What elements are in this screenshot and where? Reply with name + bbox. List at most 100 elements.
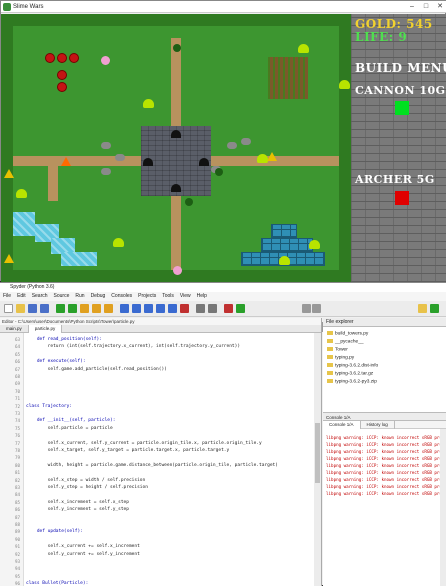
menu-search[interactable]: Search [29, 292, 51, 301]
code-line[interactable]: self.particle = particle [26, 426, 113, 431]
step-into-icon[interactable] [144, 304, 153, 313]
parent-dir-icon[interactable] [430, 304, 439, 313]
step-icon[interactable] [132, 304, 141, 313]
slime-enemy [309, 240, 320, 249]
forward-arrow-icon[interactable] [312, 304, 321, 313]
console-line: libpng warning: iCCP: known incorrect sR… [326, 484, 446, 489]
menu-run[interactable]: Run [72, 292, 87, 301]
stone-wall [261, 238, 313, 252]
ide-titlebar[interactable]: Spyder (Python 3.6) [0, 283, 446, 292]
continue-icon[interactable] [168, 304, 177, 313]
console-line: libpng warning: iCCP: known incorrect sR… [326, 435, 446, 440]
cannon-build-button[interactable] [395, 101, 409, 115]
code-line[interactable]: self.y_step = height / self.precision [26, 485, 148, 490]
code-area[interactable]: def read_position(self): return (int(sel… [26, 333, 313, 586]
line-number: 90 [14, 536, 20, 542]
code-line[interactable]: def execute(self): [26, 359, 86, 364]
menu-source[interactable]: Source [51, 292, 73, 301]
tab-main[interactable]: main.py [0, 325, 29, 333]
minimize-icon[interactable]: – [405, 1, 419, 13]
explorer-item[interactable]: Tower [327, 347, 348, 352]
code-line[interactable]: self.x_increment = self.x_step [26, 500, 129, 505]
water-tile [61, 252, 97, 266]
code-line[interactable]: self.y_current += self.y_increment [26, 552, 140, 557]
run-cell-advance-icon[interactable] [92, 304, 101, 313]
run-selection-icon[interactable] [104, 304, 113, 313]
menu-help[interactable]: Help [194, 292, 210, 301]
tab-particle[interactable]: particle.py [28, 325, 63, 333]
editor-scrollbar[interactable] [314, 333, 321, 586]
explorer-item-label: typing-3.6.2-py3.zip [335, 379, 377, 385]
menu-edit[interactable]: Edit [14, 292, 29, 301]
explorer-item[interactable]: typing-3.6.2.tar.gz [327, 371, 373, 376]
debug-icon[interactable] [120, 304, 129, 313]
code-line[interactable]: self.x_current += self.x_increment [26, 544, 140, 549]
menu-consoles[interactable]: Consoles [108, 292, 135, 301]
run-file-icon[interactable] [68, 304, 77, 313]
pink-creature [173, 266, 182, 275]
code-line[interactable]: self.game.add_particle(self.read_positio… [26, 367, 167, 372]
archer-build-button[interactable] [395, 191, 409, 205]
archer-option-label[interactable]: ARCHER 5G [355, 173, 435, 186]
console-scrollbar[interactable] [440, 429, 446, 586]
maximize-pane-icon[interactable] [196, 304, 205, 313]
menu-view[interactable]: View [177, 292, 194, 301]
game-map[interactable] [1, 14, 351, 282]
explorer-item[interactable]: build_towers.py [327, 331, 368, 336]
tab-console[interactable]: Console 1/A [323, 421, 361, 429]
code-line[interactable]: self.y_increment = self.y_step [26, 507, 129, 512]
run-cell-icon[interactable] [80, 304, 89, 313]
line-number: 94 [14, 566, 20, 572]
explorer-item[interactable]: typing-3.6.2.dist-info [327, 363, 378, 368]
save-all-icon[interactable] [40, 304, 49, 313]
step-return-icon[interactable] [156, 304, 165, 313]
code-line[interactable]: def update(self): [26, 529, 83, 534]
scroll-thumb[interactable] [315, 423, 320, 483]
cannon-option-label[interactable]: CANNON 10G [355, 84, 446, 97]
explorer-item[interactable]: typing-3.6.2-py3.zip [327, 379, 377, 384]
pythonpath-icon[interactable] [236, 304, 245, 313]
line-number: 76 [14, 433, 20, 439]
back-arrow-icon[interactable] [302, 304, 311, 313]
stone-wall [271, 224, 297, 238]
menu-projects[interactable]: Projects [135, 292, 159, 301]
console-output[interactable]: libpng warning: iCCP: known incorrect sR… [323, 429, 446, 586]
code-line[interactable]: width, height = particle.game.distance_b… [26, 463, 278, 468]
slime-enemy [339, 80, 350, 89]
new-file-icon[interactable] [4, 304, 13, 313]
menu-tools[interactable]: Tools [159, 292, 177, 301]
stop-debug-icon[interactable] [180, 304, 189, 313]
fullscreen-icon[interactable] [208, 304, 217, 313]
code-line[interactable]: return (int(self.trajectory.x_current), … [26, 344, 240, 349]
pink-creature [101, 56, 110, 65]
code-line[interactable]: def __init__(self, particle): [26, 418, 116, 423]
code-line[interactable]: class Bullet(Particle): [26, 581, 88, 586]
line-number: 71 [14, 396, 20, 402]
code-line[interactable]: self.x_current, self.y_current = particl… [26, 441, 262, 446]
browse-folder-icon[interactable] [418, 304, 427, 313]
menu-file[interactable]: File [0, 292, 14, 301]
grass-field[interactable] [4, 26, 350, 275]
slime-enemy [143, 99, 154, 108]
game-titlebar[interactable]: Slime Wars – □ ✕ [1, 1, 446, 13]
code-line[interactable]: self.x_target, self.y_target = particle.… [26, 448, 230, 453]
folder-icon [327, 371, 333, 375]
run-icon[interactable] [56, 304, 65, 313]
close-icon[interactable]: ✕ [433, 1, 446, 13]
menu-debug[interactable]: Debug [88, 292, 109, 301]
line-number: 74 [14, 418, 20, 424]
explorer-item[interactable]: __pycache__ [327, 339, 364, 344]
open-file-icon[interactable] [16, 304, 25, 313]
code-line[interactable]: def read_position(self): [26, 337, 102, 342]
slime-app-icon [3, 3, 11, 11]
code-line[interactable]: class Trajectory: [26, 404, 72, 409]
tab-history[interactable]: History log [361, 421, 395, 429]
maximize-icon[interactable]: □ [419, 1, 433, 13]
explorer-item[interactable]: typing.py [327, 355, 354, 360]
preferences-icon[interactable] [224, 304, 233, 313]
code-line[interactable]: self.x_step = width / self.precision [26, 478, 146, 483]
rock [101, 168, 111, 175]
gold-counter: GOLD: 545 [355, 17, 433, 31]
save-icon[interactable] [28, 304, 37, 313]
console-header: Console 1/A [323, 412, 446, 421]
